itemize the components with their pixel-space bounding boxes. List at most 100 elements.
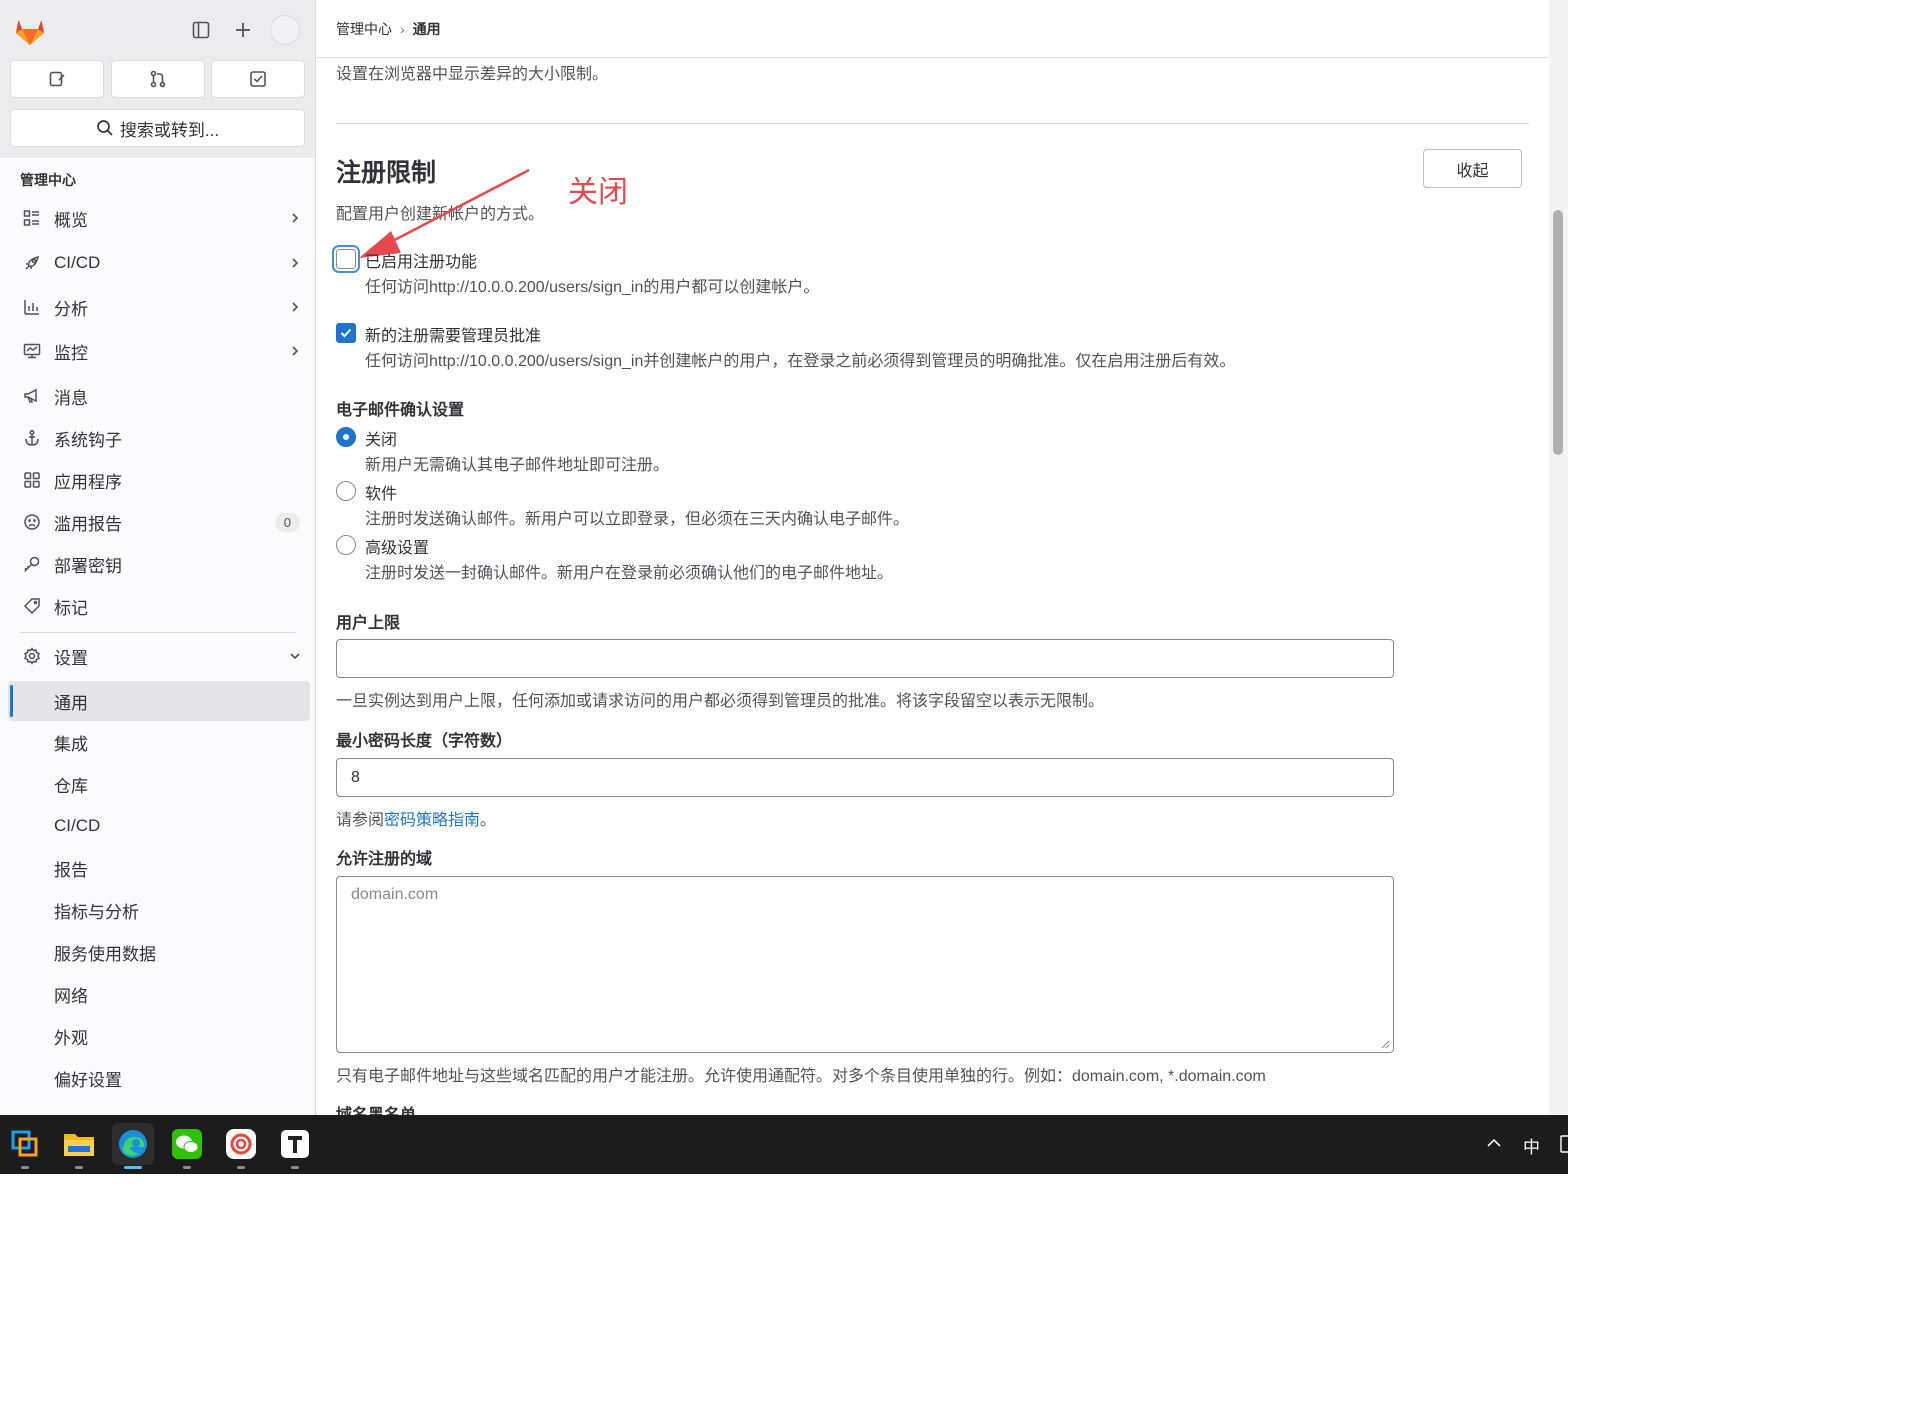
sidebar-item-label: 滥用报告 <box>54 514 122 534</box>
sidebar-item-label: 概览 <box>54 210 88 230</box>
todos-button[interactable] <box>211 60 305 98</box>
sidebar-item-settings[interactable]: 设置 <box>8 636 310 676</box>
min-password-input[interactable]: 8 <box>336 758 1394 797</box>
breadcrumb-root[interactable]: 管理中心 <box>336 19 392 39</box>
search-icon <box>97 120 113 136</box>
sidebar-item-cicd[interactable]: CI/CD <box>8 243 310 283</box>
min-password-help: 请参阅密码策略指南。 <box>336 806 496 830</box>
resize-handle-icon[interactable] <box>1380 1039 1390 1049</box>
avatar[interactable] <box>270 15 300 45</box>
password-policy-link[interactable]: 密码策略指南 <box>384 812 480 829</box>
user-cap-label: 用户上限 <box>336 615 401 632</box>
email-confirm-off-help: 新用户无需确认其电子邮件地址即可注册。 <box>365 457 670 474</box>
sidebar-item-analytics[interactable]: 分析 <box>8 287 310 327</box>
plus-icon[interactable] <box>227 14 259 46</box>
issues-button[interactable] <box>10 60 104 98</box>
key-icon <box>8 555 54 573</box>
sidebar-subitem-metrics[interactable]: 指标与分析 <box>8 890 310 930</box>
ime-indicator[interactable]: 中 <box>1523 1133 1540 1158</box>
sidebar-toggle-icon[interactable] <box>185 14 217 46</box>
user-cap-input[interactable] <box>336 639 1394 678</box>
allowed-domains-placeholder: domain.com <box>351 886 439 903</box>
sidebar-item-messages[interactable]: 消息 <box>8 376 310 416</box>
email-confirm-soft-radio[interactable] <box>336 481 356 501</box>
email-confirm-hard-radio[interactable] <box>336 535 356 555</box>
overview-icon <box>8 209 54 227</box>
sidebar-subitem-general[interactable]: 通用 <box>8 681 310 721</box>
count-badge: 0 <box>274 512 300 532</box>
denylist-label: 域名黑名单 <box>336 1101 416 1115</box>
sidebar-item-label: 消息 <box>54 388 88 408</box>
edge-icon[interactable] <box>112 1123 154 1169</box>
sidebar-subitem-repository[interactable]: 仓库 <box>8 764 310 804</box>
admin-approval-label: 新的注册需要管理员批准 <box>365 328 542 345</box>
rocket-icon <box>8 254 54 272</box>
chevron-up-icon[interactable] <box>1486 1135 1502 1156</box>
email-confirm-soft-label: 软件 <box>365 486 398 503</box>
chart-icon <box>8 298 54 316</box>
typora-icon[interactable] <box>274 1123 316 1169</box>
taskbar: 中 <box>0 1115 1574 1174</box>
sidebar-item-abuse-reports[interactable]: 滥用报告 0 <box>8 502 310 542</box>
scrollbar-thumb[interactable] <box>1553 210 1563 455</box>
admin-approval-checkbox[interactable] <box>336 323 356 343</box>
taskbar-indicator <box>237 1166 245 1169</box>
breadcrumb-current: 通用 <box>412 20 441 37</box>
admin-approval-help: 任何访问http://10.0.0.200/users/sign_in并创建帐户… <box>365 353 1236 370</box>
label-icon <box>8 597 54 615</box>
signup-enabled-checkbox[interactable] <box>336 249 356 269</box>
gitlab-logo[interactable] <box>12 12 48 48</box>
sidebar-item-label: 应用程序 <box>54 472 122 492</box>
bullhorn-icon <box>8 387 54 405</box>
email-confirmation-title: 电子邮件确认设置 <box>336 402 465 419</box>
merge-requests-button[interactable] <box>111 60 205 98</box>
main-content: 设置在浏览器中显示差异的大小限制。 注册限制 配置用户创建新帐户的方式。 收起 … <box>317 58 1549 1115</box>
file-explorer-icon[interactable] <box>58 1123 100 1169</box>
chevron-right-icon <box>280 301 310 313</box>
collapse-button[interactable]: 收起 <box>1423 149 1522 188</box>
issues-icon <box>49 71 65 87</box>
sidebar-item-overview[interactable]: 概览 <box>8 198 310 238</box>
taskbar-indicator <box>21 1166 29 1169</box>
sidebar-item-deploy-keys[interactable]: 部署密钥 <box>8 544 310 584</box>
search-button[interactable]: 搜索或转到... <box>10 109 305 147</box>
min-password-help-prefix: 请参阅 <box>336 812 385 829</box>
taskbar-indicator <box>291 1166 299 1169</box>
chevron-right-icon <box>280 345 310 357</box>
sidebar-subitem-service-usage[interactable]: 服务使用数据 <box>8 932 310 972</box>
scrollbar-track[interactable] <box>1549 0 1568 1115</box>
signup-enabled-help: 任何访问http://10.0.0.200/users/sign_in的用户都可… <box>365 279 820 296</box>
sidebar-item-labels[interactable]: 标记 <box>8 586 310 626</box>
sidebar-subitem-network[interactable]: 网络 <box>8 974 310 1014</box>
taskbar-indicator <box>75 1166 83 1169</box>
sidebar-item-label: 监控 <box>54 343 88 363</box>
notification-icon[interactable] <box>1560 1135 1574 1158</box>
vmware-icon[interactable] <box>4 1123 46 1169</box>
section-divider <box>336 123 1529 124</box>
applications-icon <box>8 471 54 489</box>
wechat-icon[interactable] <box>166 1123 208 1169</box>
sidebar-item-label: 分析 <box>54 299 88 319</box>
sidebar: 搜索或转到... 管理中心 概览 CI/CD 分析 监控 消息 系统钩子 应用程… <box>0 0 316 1115</box>
sidebar-subitem-preferences[interactable]: 偏好设置 <box>8 1058 310 1098</box>
sidebar-subitem-integrations[interactable]: 集成 <box>8 722 310 762</box>
app-icon[interactable] <box>220 1123 262 1169</box>
sidebar-item-monitoring[interactable]: 监控 <box>8 331 310 371</box>
sidebar-subitem-appearance[interactable]: 外观 <box>8 1016 310 1056</box>
sidebar-item-system-hooks[interactable]: 系统钩子 <box>8 418 310 458</box>
min-password-help-suffix: 。 <box>480 812 497 829</box>
email-confirm-hard-label: 高级设置 <box>365 540 430 557</box>
signup-enabled-label: 已启用注册功能 <box>365 254 478 271</box>
allowed-domains-textarea[interactable]: domain.com <box>336 876 1394 1053</box>
breadcrumb: 管理中心 › 通用 <box>317 0 1549 58</box>
chevron-down-icon <box>280 650 310 662</box>
email-confirm-off-radio[interactable] <box>336 427 356 447</box>
sidebar-item-applications[interactable]: 应用程序 <box>8 460 310 500</box>
sidebar-header: 搜索或转到... <box>0 0 315 158</box>
user-cap-help: 一旦实例达到用户上限，任何添加或请求访问的用户都必须得到管理员的批准。将该字段留… <box>336 693 1105 710</box>
breadcrumb-separator-icon: › <box>400 20 405 37</box>
sidebar-subitem-cicd[interactable]: CI/CD <box>8 806 310 846</box>
sidebar-subitem-reporting[interactable]: 报告 <box>8 848 310 888</box>
taskbar-indicator <box>183 1166 191 1169</box>
previous-section-description: 设置在浏览器中显示差异的大小限制。 <box>336 66 609 83</box>
